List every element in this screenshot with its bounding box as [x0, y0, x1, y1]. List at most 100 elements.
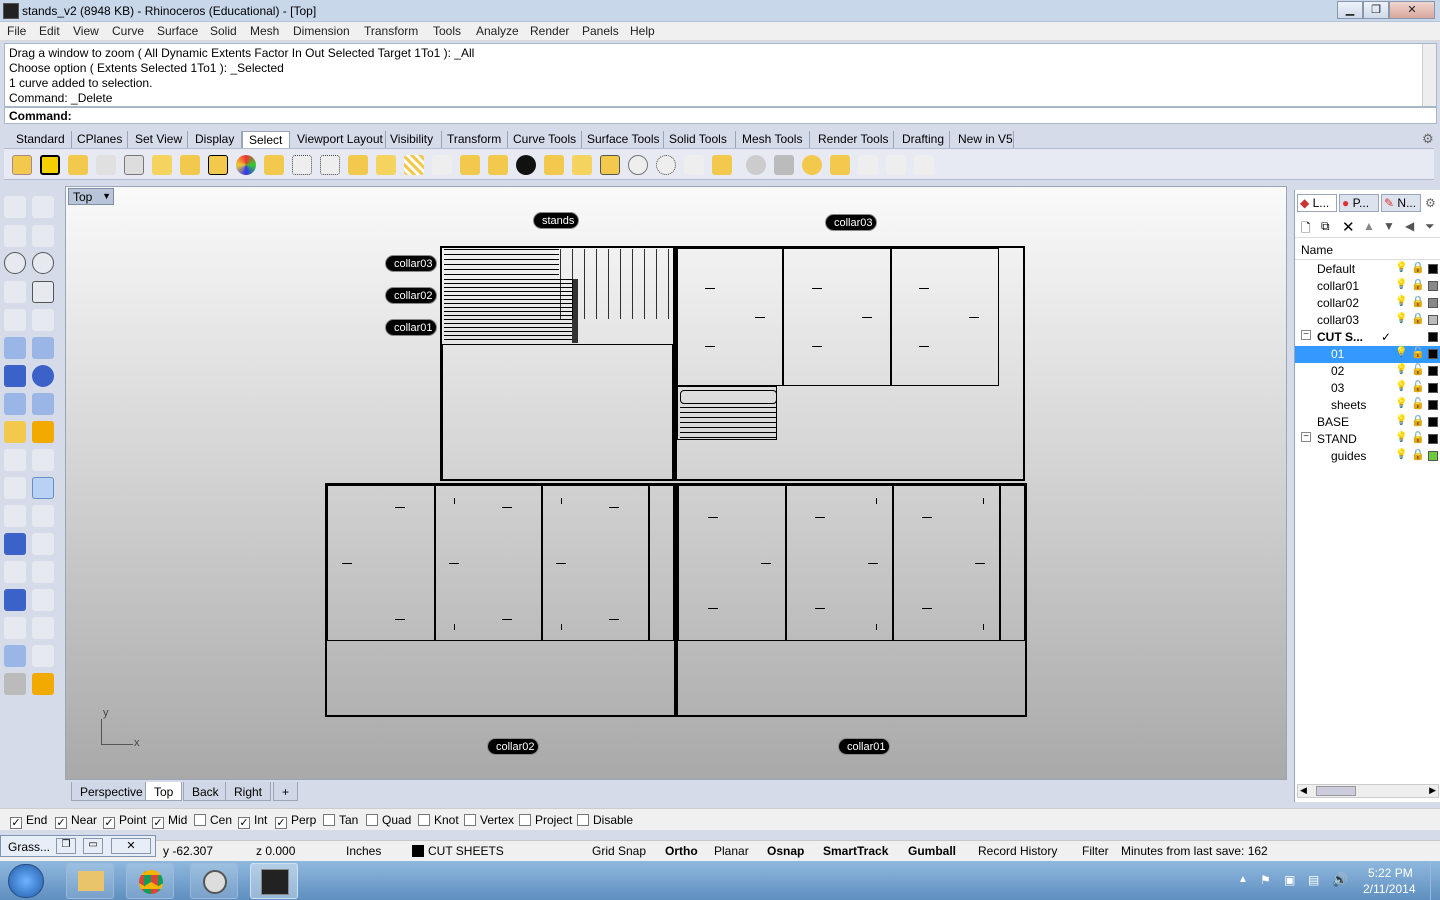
lightbulb-icon[interactable]: 💡	[1395, 381, 1407, 392]
clock-time[interactable]: 5:22 PM	[1368, 866, 1413, 880]
rebuild-icon[interactable]	[32, 505, 54, 527]
volume-icon[interactable]: 🔊	[1332, 872, 1348, 888]
select-curves-icon[interactable]	[40, 155, 60, 175]
sphere-icon[interactable]	[32, 365, 54, 387]
label-collar02-bottom[interactable]: collar02	[487, 738, 539, 755]
menu-render[interactable]: Render	[530, 24, 569, 38]
select-render-objects-icon[interactable]	[516, 155, 536, 175]
chevron-down-icon[interactable]: ▼	[102, 191, 111, 201]
rhino-taskbar-icon[interactable]	[250, 863, 298, 899]
select-polysurfaces-icon[interactable]	[348, 155, 368, 175]
layer-row[interactable]: 01 💡 🔓	[1295, 346, 1440, 363]
circle-icon[interactable]	[4, 252, 26, 274]
history-icon[interactable]	[32, 617, 54, 639]
tab-curve-tools[interactable]: Curve Tools	[508, 131, 582, 148]
lock-icon[interactable]: 🔓	[1411, 346, 1425, 359]
select-groups-icon[interactable]	[488, 155, 508, 175]
layer-color-swatch[interactable]	[1428, 349, 1438, 359]
history-scrollbar[interactable]	[1422, 44, 1436, 106]
select-meshes-icon[interactable]	[180, 155, 200, 175]
close-window-button[interactable]: ✕	[1389, 1, 1435, 19]
curve-control-points-icon[interactable]	[32, 225, 54, 247]
point-icon[interactable]	[32, 196, 54, 218]
osnap-int[interactable]: ✓ Int	[238, 813, 267, 829]
lock-icon[interactable]: 🔒	[1411, 278, 1425, 291]
select-blocks-icon[interactable]	[460, 155, 480, 175]
osnap-project[interactable]: Project	[519, 813, 572, 827]
tab-surface-tools[interactable]: Surface Tools	[582, 131, 664, 148]
select-surfaces-icon[interactable]	[68, 155, 88, 175]
lock-icon[interactable]: 🔓	[1411, 397, 1425, 410]
select-layer-icon[interactable]	[264, 155, 284, 175]
osnap-knot[interactable]: Knot	[418, 813, 459, 827]
layer-color-swatch[interactable]	[1428, 434, 1438, 444]
tab-perspective[interactable]: Perspective	[71, 782, 152, 801]
extrude-curve-icon[interactable]	[32, 337, 54, 359]
lock-icon[interactable]: 🔓	[1411, 380, 1425, 393]
lightbulb-icon[interactable]: 💡	[1395, 296, 1407, 307]
panel-tab-layers[interactable]: ◆ L...	[1297, 194, 1337, 212]
lightbulb-icon[interactable]: 💡	[1395, 313, 1407, 324]
maximize-icon[interactable]: ▭	[83, 838, 103, 854]
cylinder-icon[interactable]	[4, 393, 26, 415]
menu-view[interactable]: View	[73, 24, 99, 38]
menu-transform[interactable]: Transform	[364, 24, 418, 38]
polyline-icon[interactable]	[4, 225, 26, 247]
menu-panels[interactable]: Panels	[582, 24, 619, 38]
tab-standard[interactable]: Standard	[10, 131, 72, 148]
layer-color-swatch[interactable]	[1428, 383, 1438, 393]
tab-top[interactable]: Top	[145, 782, 183, 801]
polygon-icon[interactable]	[4, 309, 26, 331]
select-points-on-icon[interactable]	[802, 155, 822, 175]
panel-tab-notes[interactable]: ✎ N...	[1381, 194, 1421, 212]
select-duplicates-icon[interactable]	[712, 155, 732, 175]
scroll-left-icon[interactable]: ◀	[1300, 785, 1307, 796]
osnap-near[interactable]: ✓ Near	[55, 813, 97, 829]
layer-color-swatch[interactable]	[1428, 417, 1438, 427]
select-zoom-icon[interactable]	[886, 155, 906, 175]
layer-color-swatch[interactable]	[1428, 332, 1438, 342]
lightbulb-icon[interactable]: 💡	[1395, 364, 1407, 375]
layer-row[interactable]: BASE 💡 🔒	[1295, 414, 1440, 431]
menu-edit[interactable]: Edit	[39, 24, 60, 38]
rectangle-icon[interactable]	[32, 281, 54, 303]
dimension-icon[interactable]	[32, 589, 54, 611]
command-history[interactable]: Drag a window to zoom ( All Dynamic Exte…	[4, 43, 1437, 107]
explorer-taskbar-icon[interactable]	[66, 863, 114, 899]
scale-icon[interactable]	[32, 533, 54, 555]
osnap-mid[interactable]: ✓ Mid	[152, 813, 187, 829]
stand-strips[interactable]	[444, 279, 578, 343]
lock-icon[interactable]: 🔒	[1411, 261, 1425, 274]
move-out-icon[interactable]: ◀	[1405, 219, 1414, 233]
add-viewport-icon[interactable]: +	[273, 782, 299, 801]
select-dots-icon[interactable]	[656, 155, 676, 175]
tab-solid-tools[interactable]: Solid Tools	[664, 131, 736, 148]
select-paint-icon[interactable]	[858, 155, 878, 175]
move-icon[interactable]	[4, 561, 26, 583]
lightbulb-icon[interactable]: 💡	[1395, 398, 1407, 409]
osnap-toggle[interactable]: Osnap	[767, 844, 804, 858]
select-chain-icon[interactable]	[96, 155, 116, 175]
minimize-button[interactable]: ▁	[1337, 1, 1363, 19]
select-last-icon[interactable]	[124, 155, 144, 175]
layer-row[interactable]: guides 💡 🔒	[1295, 448, 1440, 465]
scroll-thumb[interactable]	[1316, 786, 1356, 796]
collapse-toggle-icon[interactable]: −	[1301, 330, 1311, 340]
select-color-icon[interactable]	[236, 155, 256, 175]
select-points-icon[interactable]	[12, 155, 32, 175]
select-point-cloud-icon[interactable]	[292, 155, 312, 175]
layer-row[interactable]: collar01 💡 🔒	[1295, 278, 1440, 295]
layer-row[interactable]: 02 💡 🔓	[1295, 363, 1440, 380]
offset-icon[interactable]	[4, 505, 26, 527]
osnap-quad[interactable]: Quad	[366, 813, 411, 827]
box-icon[interactable]	[4, 365, 26, 387]
top-viewport[interactable]: Top ▼ stands collar03 collar03 collar02 c…	[65, 186, 1287, 780]
select-bad-objects-icon[interactable]	[432, 155, 452, 175]
layer-color-swatch[interactable]	[1428, 451, 1438, 461]
label-collar02[interactable]: collar02	[385, 287, 437, 304]
layer-color-swatch[interactable]	[1428, 264, 1438, 274]
current-layer[interactable]: CUT SHEETS	[428, 844, 504, 858]
delete-layer-icon[interactable]: ✕	[1342, 218, 1355, 236]
chrome-taskbar-icon[interactable]	[126, 863, 174, 899]
planar-toggle[interactable]: Planar	[714, 844, 749, 858]
